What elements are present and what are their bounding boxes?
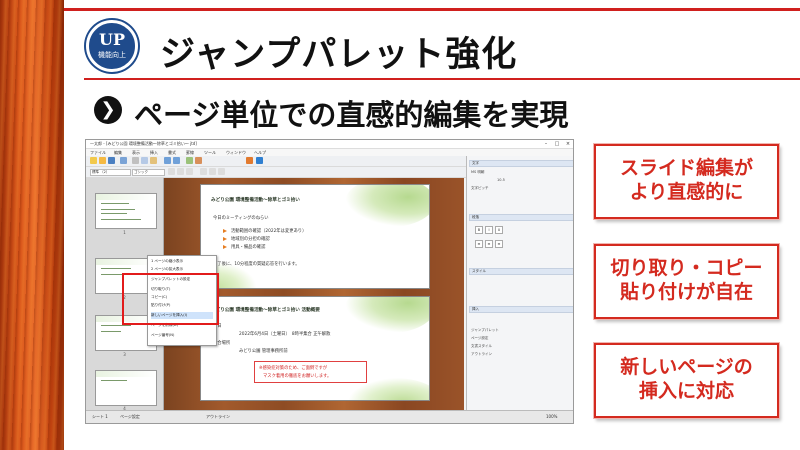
panel-item[interactable]: ジャンプパレット	[471, 328, 499, 333]
callout-slide-editing: スライド編集が より直感的に	[594, 144, 779, 219]
up-badge: UP 機能向上	[86, 20, 138, 72]
window-title: 一太郎 - [みどり公園 環境整備活動～除草とゴミ拾い～ jtd]	[90, 141, 197, 146]
redo-icon[interactable]	[173, 157, 180, 164]
callout-insert-page: 新しいページの 挿入に対応	[594, 343, 779, 418]
bullet-text: 活動範囲の確認（2022年は変更あり）	[231, 229, 307, 234]
align-left-icon[interactable]	[200, 168, 207, 175]
slide-closing: 終了後に、10分程度の質疑応答を行います。	[213, 262, 300, 267]
new-file-icon[interactable]	[90, 157, 97, 164]
callout-line: 貼り付けが自在	[619, 281, 753, 303]
zoom-level: 100%	[546, 414, 558, 419]
open-folder-icon[interactable]	[99, 157, 106, 164]
bullet-text: 用具・備品の確認	[231, 245, 266, 250]
cut-icon[interactable]	[132, 157, 139, 164]
panel-item[interactable]: 文書スタイル	[471, 344, 492, 349]
date-value: 2022年6月4日（土曜日） 8時半集合 正午解散	[239, 332, 331, 337]
app-window: 一太郎 - [みどり公園 環境整備活動～除草とゴミ拾い～ jtd] – □ × …	[85, 139, 574, 424]
window-titlebar: 一太郎 - [みどり公園 環境整備活動～除草とゴミ拾い～ jtd] – □ ×	[86, 140, 573, 149]
align-center-icon[interactable]	[209, 168, 216, 175]
panel-section-insert[interactable]: 挿入	[469, 306, 573, 313]
maximize-icon[interactable]: □	[552, 141, 562, 147]
image-icon[interactable]	[195, 157, 202, 164]
page-title: ジャンプパレット強化	[160, 35, 518, 75]
place-value: みどり公園 管理事務所前	[239, 349, 288, 354]
underline-icon[interactable]	[186, 168, 193, 175]
page-thumbnail[interactable]	[95, 370, 157, 406]
mask-notice-box: ※感染症対策のため、ご面倒ですが マスク着用の徹底をお願いします。	[254, 361, 367, 383]
bullet-arrow-icon	[223, 237, 227, 241]
bullet-arrow-icon	[223, 229, 227, 233]
slide-page-1[interactable]: みどり公園 環境整備活動～除草とゴミ拾い 今日のミーティングのねらい 活動範囲の…	[200, 184, 430, 289]
pitch-label: 文字ピッチ	[471, 186, 489, 190]
style-select[interactable]: 標準 （2）	[90, 169, 131, 176]
notice-line: ※感染症対策のため、ご面倒ですが	[259, 366, 328, 371]
bullet-arrow-icon	[223, 245, 227, 249]
align-left-icon[interactable]: ≡	[475, 240, 483, 248]
properties-panel: 文字 MS 明朝 10.5 文字ピッチ 段落 B I U ≡ ≡ ≡ スタイル …	[466, 156, 573, 410]
bold-icon[interactable]	[168, 168, 175, 175]
font-name-value: MS 明朝	[471, 170, 485, 174]
close-icon[interactable]: ×	[563, 141, 573, 147]
callout-line: 挿入に対応	[638, 380, 734, 402]
wood-texture-strip	[0, 0, 64, 450]
page-thumbnail[interactable]	[95, 193, 157, 229]
save-icon[interactable]	[108, 157, 115, 164]
panel-item[interactable]: アウトライン	[471, 352, 492, 357]
menu-item-page-number[interactable]: ページ番号(N)	[151, 332, 213, 339]
insert-shape-icon[interactable]	[246, 157, 253, 164]
slide-title: みどり公園 環境整備活動～除草とゴミ拾い 活動概要	[211, 308, 320, 313]
bottom-tab-bar: シート 1 ページ設定 アウトライン 100%	[86, 410, 573, 423]
title-divider	[84, 78, 800, 80]
font-size-value: 10.5	[497, 178, 505, 182]
minimize-icon[interactable]: –	[541, 141, 551, 147]
thumb-page-number: 1	[123, 230, 126, 235]
font-select[interactable]: ゴシック	[132, 169, 165, 176]
callout-line: 切り取り・コピー	[610, 257, 763, 279]
callout-line: 新しいページの	[620, 356, 753, 378]
underline-icon[interactable]: U	[495, 226, 503, 234]
bullet-text: 地域別の分担の確認	[231, 237, 270, 242]
tab-outline[interactable]: アウトライン	[206, 414, 230, 420]
jump-palette-icon[interactable]	[256, 157, 263, 164]
panel-section-paragraph[interactable]: 段落	[469, 214, 573, 221]
copy-icon[interactable]	[141, 157, 148, 164]
italic-icon[interactable]: I	[485, 226, 493, 234]
italic-icon[interactable]	[177, 168, 184, 175]
menu-item-thumb-large[interactable]: 2 ページの拡大表示	[151, 266, 213, 273]
bold-icon[interactable]: B	[475, 226, 483, 234]
table-icon[interactable]	[186, 157, 193, 164]
paste-icon[interactable]	[150, 157, 157, 164]
highlight-frame	[122, 273, 219, 325]
align-right-icon[interactable]: ≡	[495, 240, 503, 248]
panel-section-style[interactable]: スタイル	[469, 268, 573, 275]
badge-main-text: UP	[99, 30, 125, 49]
menu-item-thumb-small[interactable]: 1 ページの縮小表示	[151, 258, 213, 265]
page-subtitle: ページ単位での直感的編集を実現	[134, 98, 569, 132]
notice-line: マスク着用の徹底をお願いします。	[263, 374, 332, 379]
menu-bar: ファイル 編集 表示 挿入 書式 罫線 ツール ウィンドウ ヘルプ	[86, 149, 573, 156]
undo-icon[interactable]	[164, 157, 171, 164]
panel-section-font[interactable]: 文字	[469, 160, 573, 167]
slide-page-2[interactable]: みどり公園 環境整備活動～除草とゴミ拾い 活動概要 期日 2022年6月4日（土…	[200, 296, 430, 401]
badge-sub-text: 機能向上	[98, 51, 126, 59]
callout-line: スライド編集が	[619, 157, 753, 179]
slide-title: みどり公園 環境整備活動～除草とゴミ拾い	[211, 198, 300, 203]
thumb-page-number: 3	[123, 352, 126, 357]
chevron-right-icon: ❯	[94, 96, 122, 124]
align-center-icon[interactable]: ≡	[485, 240, 493, 248]
callout-line: より直感的に	[629, 181, 744, 203]
slide-subtitle: 今日のミーティングのねらい	[213, 216, 269, 221]
align-right-icon[interactable]	[218, 168, 225, 175]
top-divider	[64, 8, 800, 11]
tab-page-setup[interactable]: ページ設定	[120, 414, 140, 420]
panel-item[interactable]: ページ設定	[471, 336, 488, 341]
tab-sheet[interactable]: シート 1	[92, 414, 108, 420]
callout-cut-copy-paste: 切り取り・コピー 貼り付けが自在	[594, 244, 779, 319]
print-icon[interactable]	[120, 157, 127, 164]
